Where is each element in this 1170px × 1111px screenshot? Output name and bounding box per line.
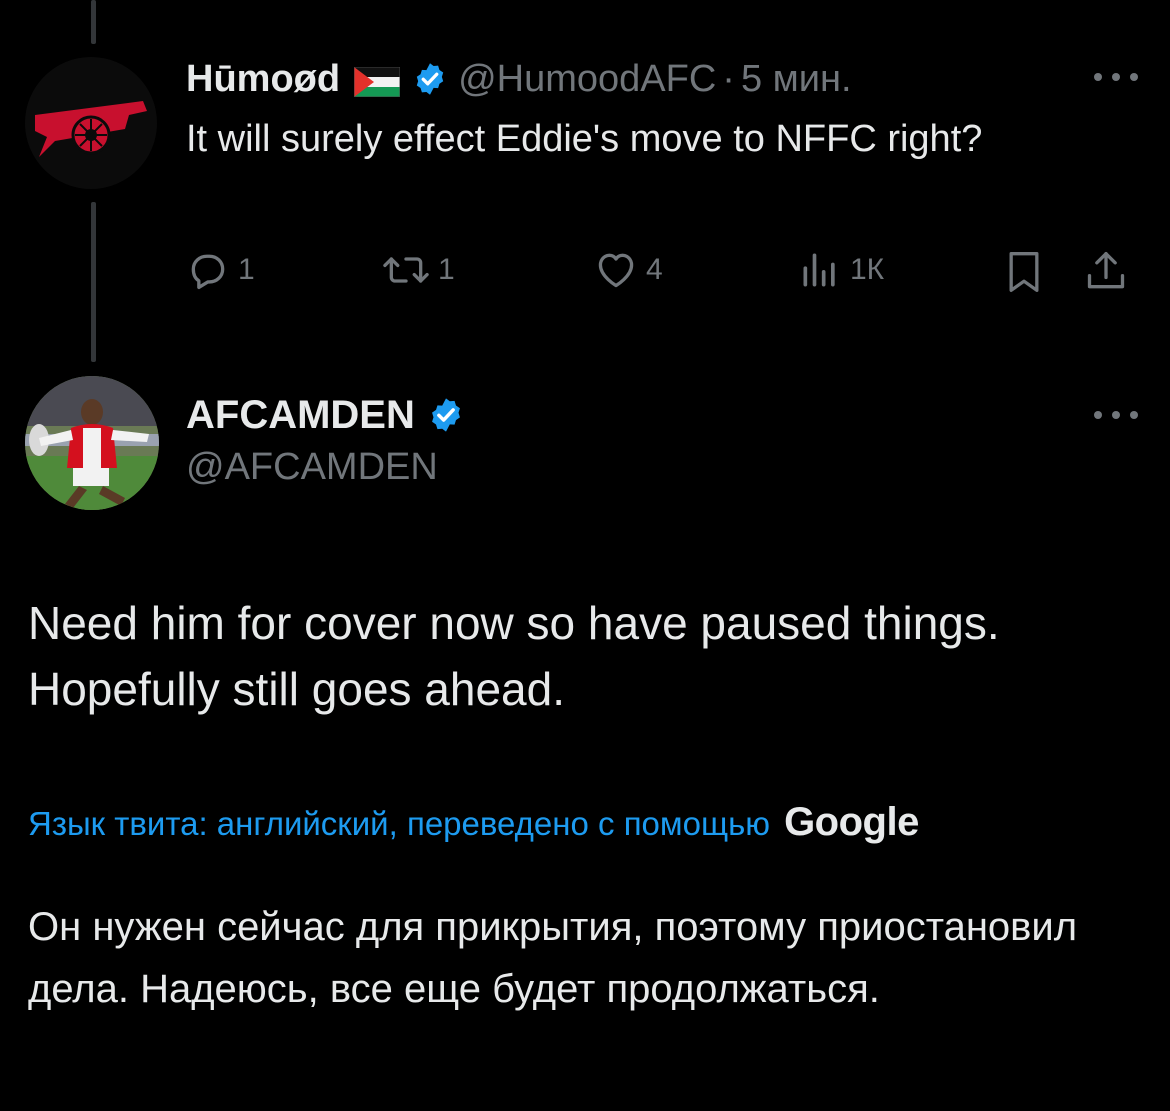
player-photo-icon bbox=[25, 376, 159, 510]
display-name[interactable]: AFCAMDEN bbox=[186, 393, 415, 438]
google-logo: Google bbox=[784, 800, 919, 844]
retweet-count: 1 bbox=[438, 253, 455, 286]
thread-connector-line bbox=[91, 0, 96, 44]
more-icon[interactable] bbox=[1094, 408, 1138, 422]
main-tweet-header: AFCAMDEN bbox=[186, 390, 465, 440]
like-count: 4 bbox=[646, 253, 663, 286]
share-icon bbox=[1087, 252, 1125, 289]
bookmark-button[interactable] bbox=[1002, 248, 1046, 296]
bookmark-icon bbox=[1009, 252, 1039, 292]
views-button[interactable]: 1К bbox=[798, 248, 884, 292]
like-icon bbox=[598, 253, 634, 288]
translated-tweet-text: Он нужен сейчас для прикрытия, поэтому п… bbox=[28, 905, 1078, 1011]
reply-icon bbox=[191, 254, 225, 290]
views-count: 1К bbox=[850, 253, 885, 286]
avatar[interactable] bbox=[25, 376, 159, 510]
more-icon[interactable] bbox=[1094, 70, 1138, 84]
handle[interactable]: @AFCAMDEN bbox=[186, 446, 438, 489]
verified-badge-icon bbox=[412, 61, 448, 97]
views-icon bbox=[803, 253, 835, 287]
translation-attribution: Язык твита: английский, переведено с пом… bbox=[28, 800, 919, 850]
avatar[interactable] bbox=[25, 57, 157, 189]
reply-button[interactable]: 1 bbox=[186, 248, 255, 292]
tweet-text: It will surely effect Eddie's move to NF… bbox=[186, 118, 983, 160]
timestamp[interactable]: 5 мин. bbox=[741, 58, 852, 101]
tweet-text: Need him for cover now so have paused th… bbox=[28, 597, 1000, 715]
like-button[interactable]: 4 bbox=[594, 248, 663, 292]
translation-label-link[interactable]: Язык твита: английский, переведено с пом… bbox=[28, 805, 770, 843]
separator-dot: · bbox=[722, 57, 735, 100]
verified-badge-icon bbox=[427, 396, 465, 434]
handle[interactable]: @HumoodAFC bbox=[458, 58, 716, 101]
share-button[interactable] bbox=[1084, 248, 1128, 296]
palestine-flag-icon bbox=[353, 64, 401, 98]
retweet-button[interactable]: 1 bbox=[382, 248, 455, 292]
reply-tweet-header: Hūmoød @HumoodAFC · 5 мин. bbox=[186, 54, 852, 104]
reply-count: 1 bbox=[238, 253, 255, 286]
display-name[interactable]: Hūmoød bbox=[186, 58, 340, 101]
arsenal-cannon-icon bbox=[25, 57, 157, 189]
thread-connector-line bbox=[91, 202, 96, 362]
retweet-icon bbox=[383, 257, 429, 283]
tweet-thread: Hūmoød @HumoodAFC · 5 мин. It will surel… bbox=[0, 0, 1170, 1111]
action-bar: 1 1 4 1К bbox=[186, 248, 1146, 298]
